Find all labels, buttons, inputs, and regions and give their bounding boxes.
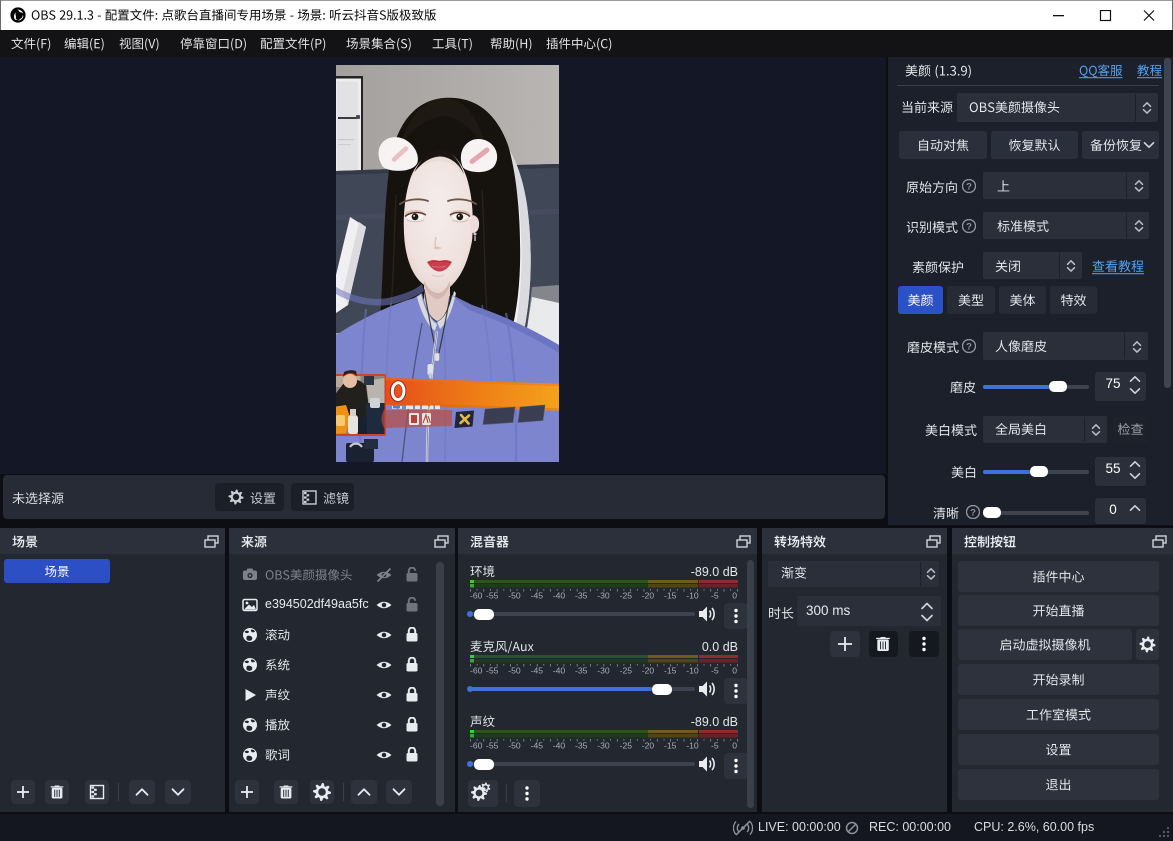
svg-text:-45: -45 xyxy=(531,666,544,676)
svg-text:-45: -45 xyxy=(531,591,544,601)
svg-text:-5: -5 xyxy=(711,741,719,751)
svg-text:-20: -20 xyxy=(642,741,655,751)
svg-text:-25: -25 xyxy=(620,591,633,601)
svg-text:-25: -25 xyxy=(620,666,633,676)
svg-text:-40: -40 xyxy=(553,666,566,676)
svg-text:-40: -40 xyxy=(553,591,566,601)
svg-text:?: ? xyxy=(966,341,972,352)
svg-text:-20: -20 xyxy=(642,666,655,676)
svg-text:-50: -50 xyxy=(508,741,521,751)
svg-text:-15: -15 xyxy=(664,741,677,751)
svg-text:-30: -30 xyxy=(597,741,610,751)
svg-text:-30: -30 xyxy=(597,666,610,676)
svg-text:-35: -35 xyxy=(575,591,588,601)
svg-text:-35: -35 xyxy=(575,741,588,751)
svg-text:-30: -30 xyxy=(597,591,610,601)
svg-text:-55: -55 xyxy=(486,666,499,676)
svg-text:-15: -15 xyxy=(664,591,677,601)
svg-text:-35: -35 xyxy=(575,666,588,676)
svg-text:-20: -20 xyxy=(642,591,655,601)
svg-text:-25: -25 xyxy=(620,741,633,751)
svg-text:-15: -15 xyxy=(664,666,677,676)
svg-text:-10: -10 xyxy=(686,591,699,601)
svg-text:-10: -10 xyxy=(686,666,699,676)
svg-text:-5: -5 xyxy=(711,591,719,601)
svg-text:-55: -55 xyxy=(486,591,499,601)
svg-text:-5: -5 xyxy=(711,666,719,676)
svg-text:-60: -60 xyxy=(470,666,483,676)
svg-text:-50: -50 xyxy=(508,591,521,601)
svg-text:0: 0 xyxy=(732,666,737,676)
svg-text:-10: -10 xyxy=(686,741,699,751)
svg-text:-60: -60 xyxy=(470,591,483,601)
svg-text:-40: -40 xyxy=(553,741,566,751)
svg-text:0: 0 xyxy=(732,741,737,751)
svg-text:-60: -60 xyxy=(470,741,483,751)
svg-text:?: ? xyxy=(966,181,972,192)
svg-text:-55: -55 xyxy=(486,741,499,751)
svg-text:0: 0 xyxy=(732,591,737,601)
svg-text:-50: -50 xyxy=(508,666,521,676)
svg-text:?: ? xyxy=(966,221,972,232)
svg-text:-45: -45 xyxy=(531,741,544,751)
svg-text:?: ? xyxy=(970,507,976,518)
